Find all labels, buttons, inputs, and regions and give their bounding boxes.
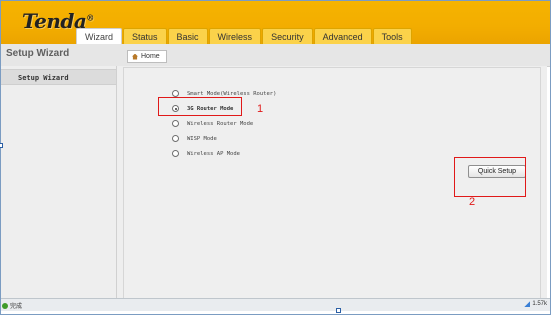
tab-wireless[interactable]: Wireless [208, 28, 262, 44]
mode-label: WISP Mode [187, 135, 217, 142]
tab-basic[interactable]: Basic [167, 28, 208, 44]
home-button[interactable]: Home [127, 50, 167, 63]
radio-smart-mode[interactable] [172, 90, 179, 97]
radio-wireless-router-mode[interactable] [172, 120, 179, 127]
home-icon [132, 53, 138, 60]
speed-icon [524, 301, 531, 307]
done-icon [2, 302, 8, 309]
tab-advanced[interactable]: Advanced [313, 28, 372, 44]
sub-header-bar: Setup Wizard Home [0, 44, 551, 67]
sidebar-item-setup-wizard[interactable]: Setup Wizard [0, 69, 116, 85]
mode-label: Wireless Router Mode [187, 120, 254, 127]
tab-security[interactable]: Security [262, 28, 313, 44]
status-left: 完成 [2, 301, 22, 310]
header-bar: Tenda® Wizard Status Basic Wireless Secu… [0, 0, 551, 45]
browser-page: Tenda® Wizard Status Basic Wireless Secu… [0, 0, 551, 315]
annotation-number-1: 1 [257, 103, 264, 115]
annotation-number-2: 2 [469, 196, 476, 208]
status-text: 完成 [10, 304, 23, 310]
sidebar-title: Setup Wizard [6, 48, 70, 59]
mode-label: Smart Mode(Wireless Router) [187, 90, 277, 97]
main-tabs: Wizard Status Basic Wireless Security Ad… [76, 28, 413, 45]
resize-handle-left[interactable] [0, 143, 3, 148]
mode-option-wisp[interactable]: WISP Mode [172, 133, 217, 144]
tab-tools[interactable]: Tools [372, 28, 412, 44]
radio-wireless-ap-mode[interactable] [172, 150, 179, 157]
annotation-box-1 [158, 97, 242, 116]
status-bar: 完成 1.57k [0, 298, 551, 311]
sidebar: Setup Wizard [0, 66, 117, 300]
mode-label: Wireless AP Mode [187, 150, 240, 157]
mode-option-wireless-router[interactable]: Wireless Router Mode [172, 118, 253, 129]
speed-text: 1.57k [532, 301, 547, 307]
annotation-box-2 [454, 157, 526, 197]
status-right: 1.57k [524, 301, 547, 307]
radio-wisp-mode[interactable] [172, 135, 179, 142]
tab-wizard[interactable]: Wizard [76, 28, 123, 45]
logo-registered-mark: ® [86, 12, 94, 23]
home-label: Home [141, 53, 160, 60]
mode-option-wireless-ap[interactable]: Wireless AP Mode [172, 148, 240, 159]
tab-status[interactable]: Status [123, 28, 167, 44]
resize-handle-bottom[interactable] [336, 308, 341, 313]
